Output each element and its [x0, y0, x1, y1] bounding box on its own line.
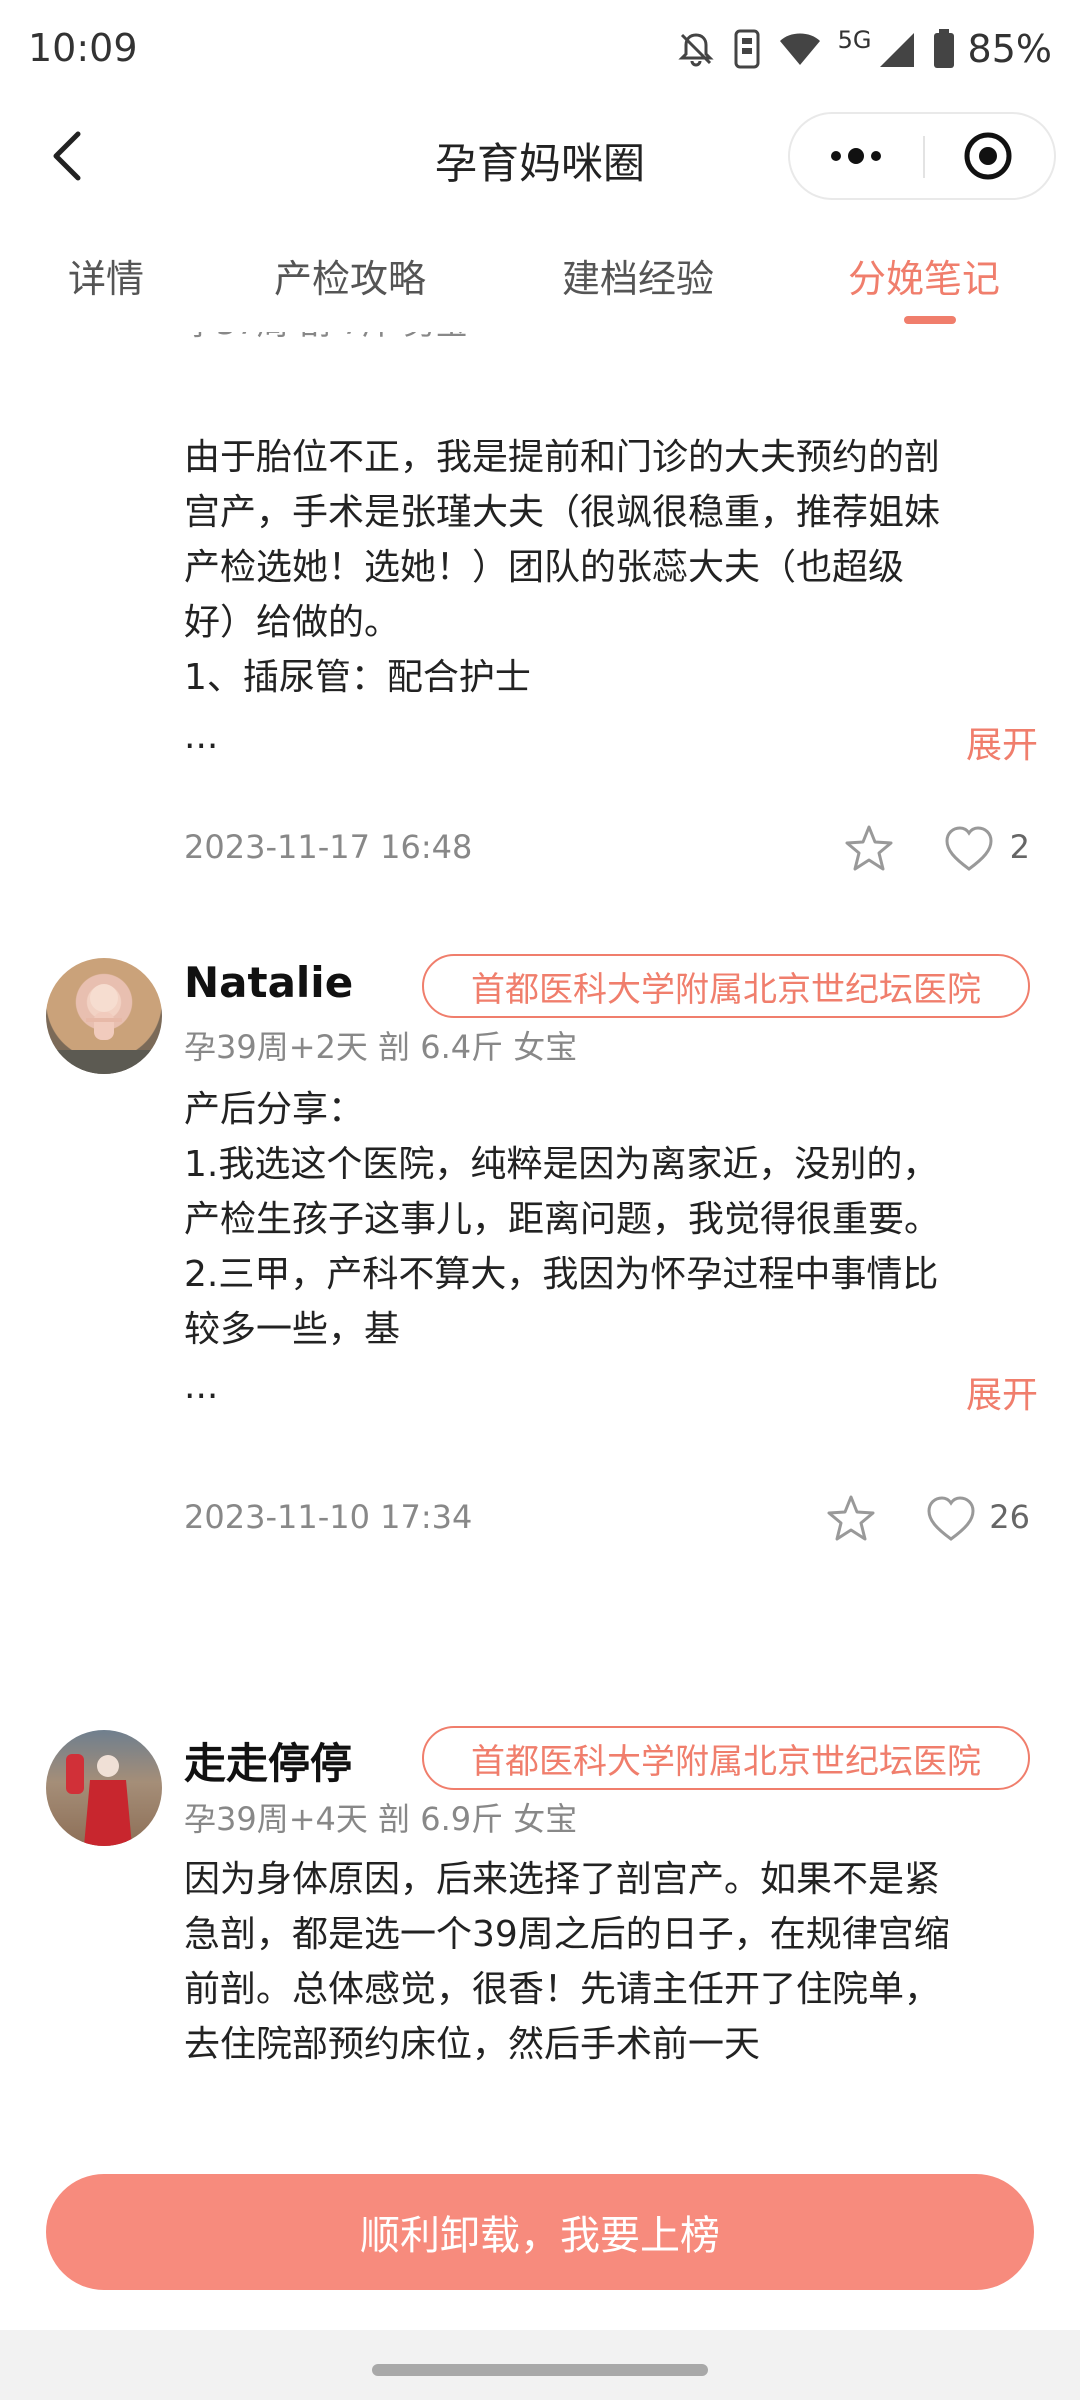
star-icon[interactable]	[824, 1492, 878, 1546]
more-button[interactable]	[790, 114, 922, 198]
tab-bar: 详情 产检攻略 建档经验 分娩笔记	[0, 248, 1080, 332]
post-date: 2023-11-10 17:34	[184, 1498, 473, 1536]
active-tab-indicator	[904, 316, 956, 324]
bell-off-icon	[678, 33, 714, 67]
tab-delivery-notes[interactable]: 分娩笔记	[848, 248, 1000, 303]
post-date: 2023-11-17 16:48	[184, 828, 473, 866]
heart-icon[interactable]	[942, 822, 996, 876]
hospital-tag[interactable]: 首都医科大学附属北京世纪坛医院	[422, 1726, 1030, 1790]
target-close-icon	[964, 132, 1012, 180]
notes-feed[interactable]: 孕37周 剖 7斤 男宝 由于胎位不正，我是提前和门诊的大夫预约的剖宫产，手术是…	[0, 332, 1080, 2172]
star-icon[interactable]	[842, 822, 896, 876]
status-time: 10:09	[28, 26, 138, 70]
post-body: 产后分享： 1.我选这个医院，纯粹是因为离家近，没别的，产检生孩子这事儿，距离问…	[184, 1089, 941, 1350]
like-count: 26	[989, 1498, 1030, 1536]
tab-registration-experience[interactable]: 建档经验	[562, 248, 714, 303]
gesture-bar-area	[0, 2330, 1080, 2400]
battery-icon	[933, 29, 954, 68]
submit-delivery-note-button[interactable]: 顺利卸载，我要上榜	[46, 2174, 1034, 2290]
post-ellipsis: ...	[184, 716, 219, 757]
mini-program-capsule	[788, 112, 1056, 200]
post-meta: 孕39周+2天 剖 6.4斤 女宝	[184, 1028, 578, 1066]
status-icons: 5G 85%	[676, 24, 1052, 74]
post-body: 由于胎位不正，我是提前和门诊的大夫预约的剖宫产，手术是张瑾大夫（很飒很稳重，推荐…	[184, 437, 941, 698]
heart-icon[interactable]	[924, 1492, 978, 1546]
nav-bar: 孕育妈咪圈	[0, 100, 1080, 212]
post-body: 因为身体原因，后来选择了剖宫产。如果不是紧急剖，都是选一个39周之后的日子，在规…	[184, 1859, 950, 2065]
post-meta: 孕39周+4天 剖 6.9斤 女宝	[184, 1800, 578, 1838]
more-dots-icon	[831, 148, 881, 164]
expand-link[interactable]: 展开	[966, 716, 1038, 768]
home-indicator[interactable]	[372, 2364, 708, 2376]
chevron-left-icon	[53, 131, 81, 181]
avatar[interactable]	[46, 958, 162, 1074]
wifi-icon	[779, 33, 820, 65]
post-ellipsis: ...	[184, 1366, 219, 1407]
hospital-tag[interactable]: 首都医科大学附属北京世纪坛医院	[422, 954, 1030, 1018]
tab-details[interactable]: 详情	[68, 248, 144, 303]
post-meta: 孕37周 剖 7斤 男宝	[184, 332, 468, 344]
avatar[interactable]	[46, 1730, 162, 1846]
like-count: 2	[1009, 828, 1030, 866]
signal-icon	[879, 33, 914, 67]
expand-link[interactable]: 展开	[966, 1366, 1038, 1418]
avatar-figure	[46, 984, 162, 1074]
status-bar: 10:09 5G 85%	[0, 0, 1080, 100]
network-type: 5G	[837, 26, 872, 54]
username[interactable]: 走走停停	[184, 1730, 352, 1791]
close-mini-program-button[interactable]	[922, 114, 1054, 198]
vibrate-icon	[734, 29, 760, 69]
tab-prenatal-guide[interactable]: 产检攻略	[274, 248, 426, 303]
username[interactable]: Natalie	[184, 958, 353, 1007]
battery-level: 85%	[967, 27, 1052, 71]
avatar-figure	[66, 1754, 132, 1846]
back-button[interactable]	[36, 122, 96, 190]
